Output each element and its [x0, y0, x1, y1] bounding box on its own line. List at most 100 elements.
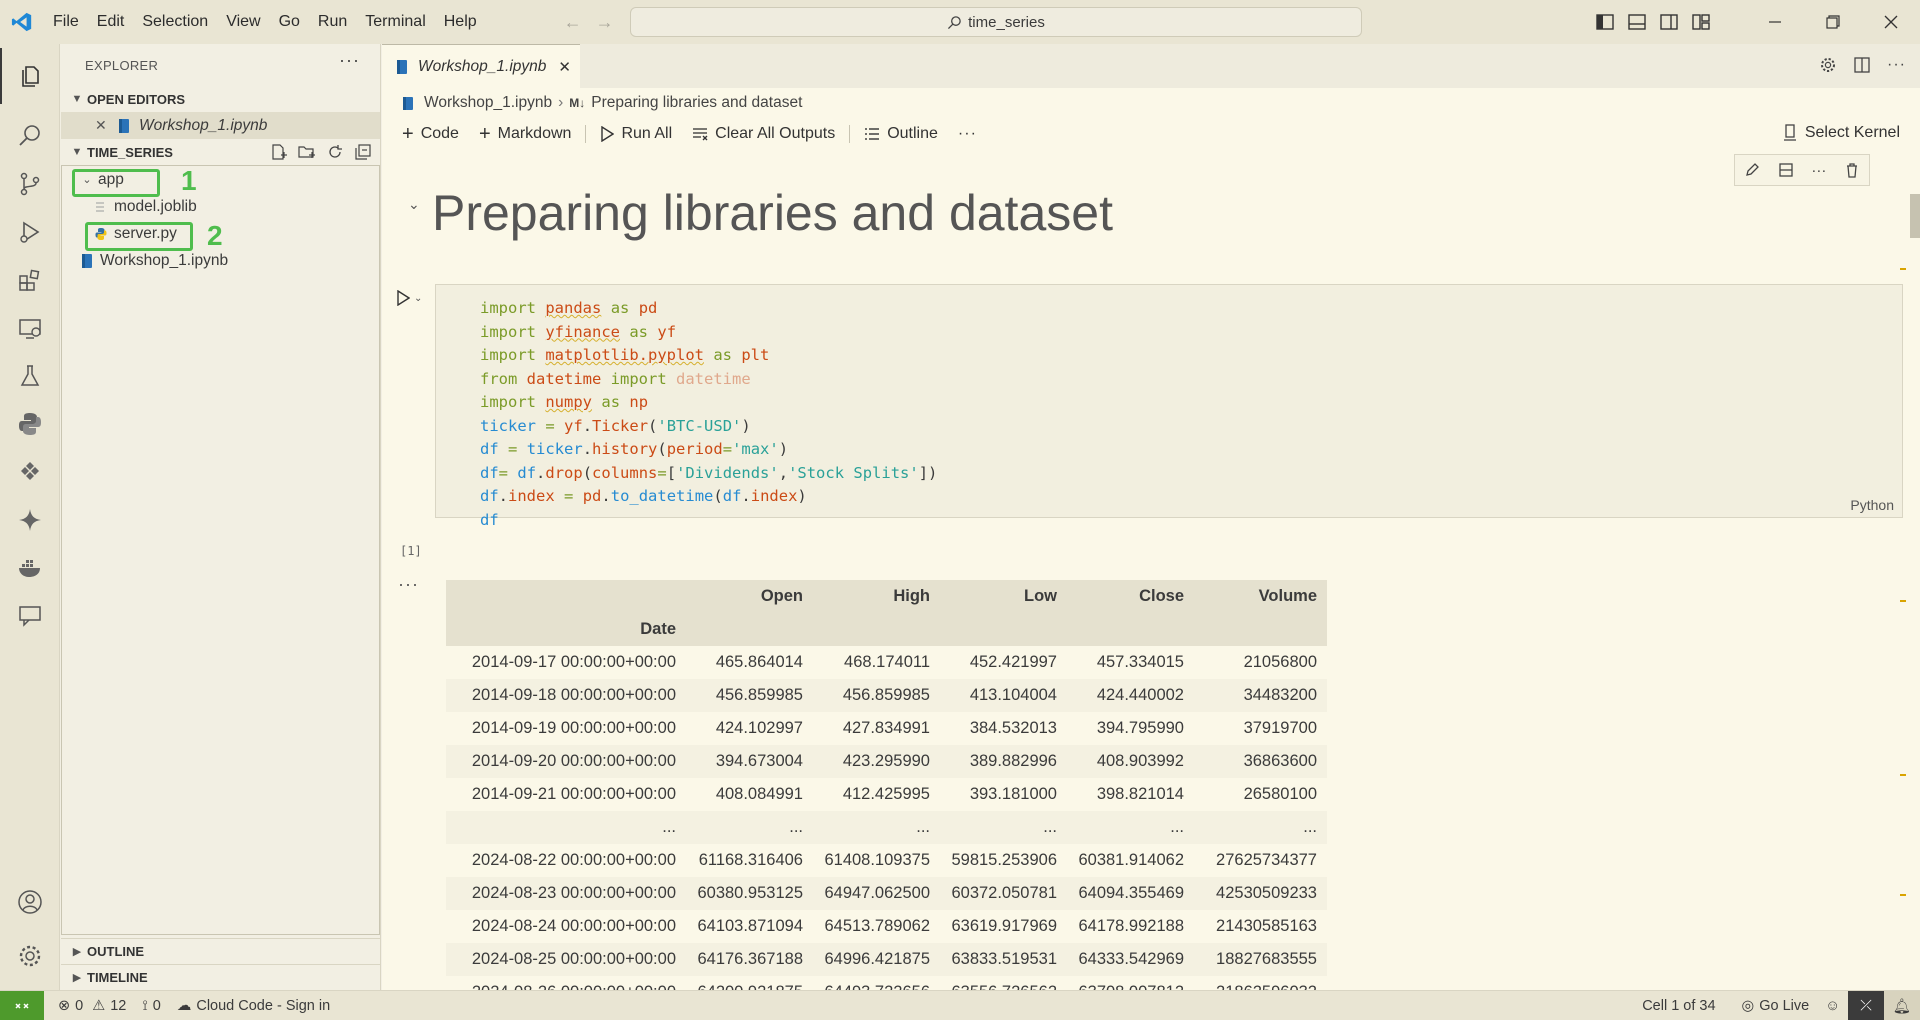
- code-editor[interactable]: import pandas as pd import yfinance as y…: [480, 297, 937, 532]
- vertical-scrollbar[interactable]: [1910, 194, 1920, 238]
- cloud-code-item[interactable]: ☁ Cloud Code - Sign in: [169, 998, 338, 1014]
- menu-file[interactable]: File: [44, 0, 88, 44]
- gear-icon[interactable]: [1819, 56, 1837, 74]
- plus-icon: +: [478, 122, 491, 145]
- row-index-cell: ...: [446, 811, 686, 844]
- outline-section-header[interactable]: ▶ OUTLINE: [61, 938, 381, 964]
- chat-activity[interactable]: [0, 588, 60, 644]
- menu-run[interactable]: Run: [309, 0, 356, 44]
- open-editor-item[interactable]: ✕ Workshop_1.ipynb: [61, 112, 380, 139]
- add-markdown-cell-button[interactable]: + Markdown: [469, 123, 582, 146]
- select-kernel-button[interactable]: Select Kernel: [1783, 124, 1900, 142]
- timeline-section-header[interactable]: ▶ TIMELINE: [61, 964, 381, 990]
- index-name-header: Date: [446, 613, 686, 646]
- new-folder-icon[interactable]: [298, 143, 316, 161]
- close-window-button[interactable]: [1862, 0, 1920, 44]
- toolbar-more-button[interactable]: ···: [948, 125, 987, 143]
- edit-pencil-icon[interactable]: [1744, 162, 1760, 178]
- remote-sync-button[interactable]: ⤫: [1848, 991, 1884, 1020]
- menu-go[interactable]: Go: [270, 0, 309, 44]
- column-header: Close: [1067, 580, 1194, 613]
- table-cell: 27625734377: [1216, 851, 1317, 869]
- cell-position[interactable]: Cell 1 of 34: [1634, 998, 1723, 1014]
- code-cell[interactable]: import pandas as pd import yfinance as y…: [435, 284, 1903, 529]
- accounts-activity[interactable]: [0, 874, 60, 930]
- row-index-cell: 2014-09-18 00:00:00+00:00: [446, 679, 686, 712]
- open-editor-label: Workshop_1.ipynb: [139, 116, 268, 134]
- clear-outputs-button[interactable]: Clear All Outputs: [682, 125, 845, 143]
- row-index-cell: 2024-08-25 00:00:00+00:00: [446, 943, 686, 976]
- restore-button[interactable]: [1804, 0, 1862, 44]
- trash-icon[interactable]: [1844, 162, 1860, 178]
- notebook-file-icon: [82, 253, 92, 268]
- menu-terminal[interactable]: Terminal: [356, 0, 434, 44]
- split-editor-icon[interactable]: [1853, 56, 1871, 74]
- open-editors-label: OPEN EDITORS: [87, 91, 186, 107]
- add-code-label: Code: [420, 125, 459, 142]
- output-more-button[interactable]: ···: [398, 574, 419, 595]
- more-actions-button[interactable]: ···: [1887, 56, 1906, 74]
- tree-item-model-joblib[interactable]: model.joblib: [62, 193, 379, 220]
- collapse-all-icon[interactable]: [354, 143, 372, 161]
- add-code-cell-button[interactable]: + Code: [392, 123, 469, 146]
- folder-header[interactable]: ▼ TIME_SERIES: [61, 139, 380, 165]
- toggle-secondary-sidebar-icon[interactable]: [1660, 14, 1678, 30]
- menu-edit[interactable]: Edit: [88, 0, 134, 44]
- select-kernel-label: Select Kernel: [1804, 124, 1900, 141]
- manage-activity[interactable]: [0, 928, 60, 984]
- table-row: 2014-09-18 00:00:00+00:00 456.859985 456.8…: [446, 679, 1327, 712]
- toggle-primary-sidebar-icon[interactable]: [1596, 14, 1614, 30]
- table-cell: 60381.914062: [1078, 851, 1184, 869]
- cell-language-label[interactable]: Python: [1850, 497, 1894, 513]
- row-index-cell: 2014-09-21 00:00:00+00:00: [471, 785, 676, 803]
- table-cell: ...: [1067, 811, 1194, 844]
- breadcrumb-section[interactable]: Preparing libraries and dataset: [591, 94, 802, 112]
- row-index-cell: 2024-08-22 00:00:00+00:00: [471, 851, 676, 869]
- menu-help[interactable]: Help: [435, 0, 486, 44]
- menu-selection[interactable]: Selection: [133, 0, 217, 44]
- remote-indicator[interactable]: [0, 990, 44, 1020]
- menu-bar: File Edit Selection View Go Run Terminal…: [44, 0, 486, 44]
- table-cell: 389.882996: [940, 745, 1067, 778]
- chevron-down-icon[interactable]: ⌄: [414, 293, 422, 304]
- refresh-icon[interactable]: [326, 143, 344, 161]
- table-cell: 457.334015: [1096, 653, 1184, 671]
- collapse-section-chevron-icon[interactable]: ⌄: [408, 196, 420, 213]
- new-file-icon[interactable]: [270, 143, 288, 161]
- run-cell-button[interactable]: ⌄: [396, 290, 422, 306]
- tab-workshop-notebook[interactable]: Workshop_1.ipynb ✕: [382, 44, 580, 88]
- explorer-title-label: EXPLORER: [85, 57, 159, 73]
- table-cell: 384.532013: [969, 719, 1057, 737]
- customize-layout-icon[interactable]: [1692, 14, 1710, 30]
- problems-indicator[interactable]: ⊗ 0 ⚠ 12: [50, 998, 134, 1014]
- copilot-button[interactable]: ☺: [1817, 998, 1848, 1014]
- row-index-cell: 2014-09-19 00:00:00+00:00: [471, 719, 676, 737]
- split-cell-icon[interactable]: [1778, 162, 1794, 178]
- cell-more-icon[interactable]: ···: [1811, 162, 1826, 179]
- table-cell: 64178.992188: [1078, 917, 1184, 935]
- open-editors-header[interactable]: ▼ OPEN EDITORS: [61, 86, 380, 112]
- close-icon[interactable]: ✕: [95, 117, 113, 134]
- outline-button[interactable]: Outline: [854, 125, 948, 143]
- close-icon[interactable]: ✕: [558, 58, 571, 76]
- ports-indicator[interactable]: ⟟ 0: [134, 998, 168, 1014]
- command-search-box[interactable]: time_series: [630, 7, 1362, 37]
- table-cell: ...: [1194, 811, 1327, 844]
- close-icon: [1884, 15, 1898, 29]
- play-icon: [397, 290, 410, 306]
- table-cell: 393.181000: [969, 785, 1057, 803]
- explorer-activity[interactable]: [0, 48, 60, 104]
- back-arrow-icon[interactable]: ←: [564, 12, 582, 33]
- empty-header-cell: [1067, 613, 1194, 646]
- minimize-button[interactable]: [1746, 0, 1804, 44]
- breadcrumb-file[interactable]: Workshop_1.ipynb: [424, 94, 552, 112]
- forward-arrow-icon[interactable]: →: [596, 12, 614, 33]
- explorer-more-button[interactable]: ···: [339, 50, 360, 71]
- notifications-button[interactable]: 🔔︎: [1884, 991, 1920, 1020]
- run-all-button[interactable]: Run All: [590, 125, 682, 143]
- toggle-panel-icon[interactable]: [1628, 14, 1646, 30]
- gear-icon: [19, 945, 41, 967]
- go-live-button[interactable]: ◎ Go Live: [1734, 998, 1818, 1014]
- menu-view[interactable]: View: [217, 0, 269, 44]
- table-cell: 34483200: [1194, 679, 1327, 712]
